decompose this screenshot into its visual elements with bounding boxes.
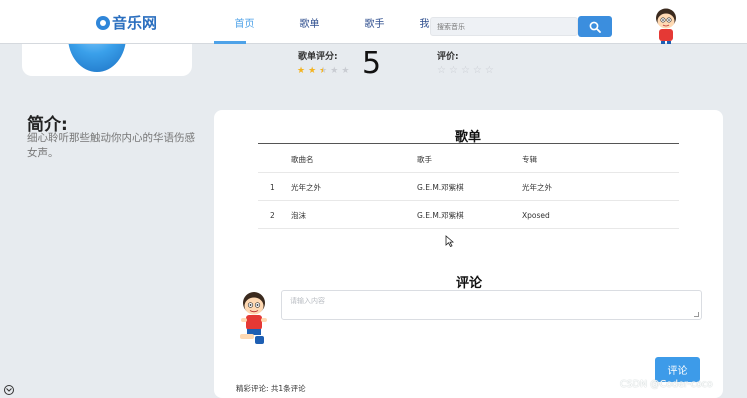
scroll-down-icon[interactable] — [4, 385, 14, 395]
your-rating-label: 评价: — [437, 52, 459, 62]
nav-singers-label: 歌手 — [364, 18, 385, 30]
column-header-song: 歌曲名 — [291, 154, 314, 164]
star-icon: ★ — [308, 66, 317, 76]
user-avatar[interactable] — [653, 8, 679, 44]
table-divider — [258, 143, 679, 144]
playlist-score-value: 5 — [362, 46, 382, 81]
table-header-row: 歌曲名 歌手 专辑 — [258, 145, 679, 173]
nav-home-label: 首页 — [234, 18, 255, 30]
table-row[interactable]: 2 泡沫 G.E.M.邓紫棋 Xposed — [258, 201, 679, 229]
nav-home[interactable]: 首页 — [212, 0, 277, 44]
intro-text: 细心聆听那些触动你内心的华语伤感女声。 — [27, 132, 195, 159]
playlist-score-label: 歌单评分: — [298, 52, 338, 62]
table-row[interactable]: 1 光年之外 G.E.M.邓紫棋 光年之外 — [258, 173, 679, 201]
row-number: 2 — [270, 210, 275, 220]
resize-handle-icon[interactable] — [694, 312, 699, 317]
nav-playlists-label: 歌单 — [299, 18, 320, 30]
star-icon: ★ — [330, 66, 339, 76]
star-icon: ★ — [341, 66, 350, 76]
singer-name[interactable]: G.E.M.邓紫棋 — [417, 201, 464, 229]
music-logo-icon — [96, 15, 110, 30]
playlist-cover-card — [22, 44, 192, 76]
star-outline-icon[interactable]: ☆ — [473, 65, 482, 76]
singer-name[interactable]: G.E.M.邓紫棋 — [417, 173, 464, 201]
your-rating-stars[interactable]: ☆ ☆ ☆ ☆ ☆ — [437, 65, 494, 76]
top-navbar: 音乐网 首页 歌单 歌手 我的音乐 搜索音乐 — [0, 0, 747, 44]
commenter-avatar — [240, 292, 267, 344]
star-outline-icon[interactable]: ☆ — [485, 65, 494, 76]
mouse-cursor-icon — [445, 235, 454, 247]
nav-active-indicator — [214, 41, 246, 44]
comment-count: 精彩评论: 共1条评论 — [236, 384, 306, 393]
album-name[interactable]: 光年之外 — [522, 173, 552, 201]
comments-title: 评论 — [456, 276, 483, 291]
search-button[interactable] — [578, 16, 612, 37]
song-name[interactable]: 泡沫 — [291, 201, 306, 229]
star-outline-icon[interactable]: ☆ — [461, 65, 470, 76]
row-number: 1 — [270, 182, 275, 192]
song-name[interactable]: 光年之外 — [291, 173, 321, 201]
album-name[interactable]: Xposed — [522, 201, 550, 229]
column-header-album: 专辑 — [522, 154, 537, 164]
playlist-cover-disc — [68, 44, 126, 72]
watermark: CSDN @Coder-coco — [620, 379, 713, 390]
nav-playlists[interactable]: 歌单 — [277, 0, 342, 44]
comment-placeholder: 请输入内容 — [290, 297, 325, 305]
logo-text: 音乐网 — [112, 14, 158, 32]
nav-singers[interactable]: 歌手 — [342, 0, 407, 44]
comment-textarea[interactable]: 请输入内容 — [281, 290, 702, 320]
star-outline-icon[interactable]: ☆ — [437, 65, 446, 76]
search-icon — [589, 21, 601, 33]
column-header-singer: 歌手 — [417, 154, 432, 164]
star-outline-icon[interactable]: ☆ — [449, 65, 458, 76]
site-logo[interactable]: 音乐网 — [96, 12, 157, 33]
playlist-score-stars: ★ ★ ★ ★ ★ — [297, 66, 349, 76]
half-star-icon: ★ — [319, 66, 328, 76]
star-icon: ★ — [297, 66, 306, 76]
search-input[interactable]: 搜索音乐 — [430, 17, 578, 36]
